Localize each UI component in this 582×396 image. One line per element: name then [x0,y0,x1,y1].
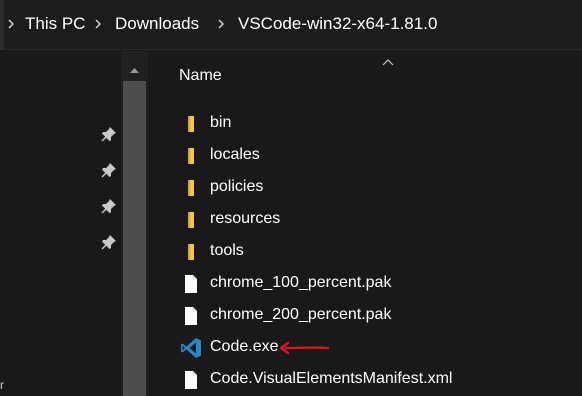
file-name: Code.exe [210,338,279,355]
breadcrumb-this-pc[interactable]: This PC [25,13,85,35]
nav-scrollbar[interactable] [121,51,148,396]
file-list: Name bin locales policies resources tool… [148,51,582,396]
folder-icon [181,114,201,134]
list-item[interactable]: bin [176,107,576,139]
folder-icon [181,146,201,166]
list-item[interactable]: policies [176,171,576,203]
folder-icon [181,242,201,262]
navigation-pane [0,51,148,396]
folder-icon [181,210,201,230]
sort-ascending-icon[interactable] [381,55,395,66]
list-item[interactable]: tools [176,235,576,267]
file-name: tools [210,242,244,259]
list-item[interactable]: chrome_100_percent.pak [176,267,576,299]
address-bar[interactable]: This PC Downloads VSCode-win32-x64-1.81.… [0,0,582,50]
list-item[interactable]: Code.VisualElementsManifest.xml [176,363,576,395]
file-name: bin [210,114,232,131]
column-header-name[interactable]: Name [179,65,222,87]
folder-icon [181,178,201,198]
file-icon [181,370,201,390]
nav-item-label-truncated: r [0,378,4,392]
pin-icon[interactable] [101,234,117,250]
breadcrumb-downloads[interactable]: Downloads [115,13,199,35]
chevron-right-icon[interactable] [93,16,103,32]
file-name: policies [210,178,264,195]
pin-icon[interactable] [101,126,117,142]
red-arrow-annotation-icon [276,340,332,356]
scroll-up-arrow-icon[interactable] [121,63,148,75]
file-icon [181,306,201,326]
list-item[interactable]: chrome_200_percent.pak [176,299,576,331]
pin-icon[interactable] [101,198,117,214]
file-name: chrome_100_percent.pak [210,274,392,291]
file-icon [181,274,201,294]
pin-icon[interactable] [101,162,117,178]
list-item[interactable]: locales [176,139,576,171]
file-name: resources [210,210,281,227]
file-name: locales [210,146,260,163]
file-name: Code.VisualElementsManifest.xml [210,370,453,387]
file-name: chrome_200_percent.pak [210,306,392,323]
chevron-right-icon[interactable] [6,16,16,32]
list-item[interactable]: resources [176,203,576,235]
breadcrumb-current-folder[interactable]: VSCode-win32-x64-1.81.0 [238,13,437,35]
address-bar-edge [0,0,4,50]
vscode-icon [179,336,203,360]
list-item[interactable]: Code.exe [176,331,576,363]
chevron-right-icon[interactable] [216,16,226,32]
nav-scrollbar-thumb[interactable] [123,81,146,396]
